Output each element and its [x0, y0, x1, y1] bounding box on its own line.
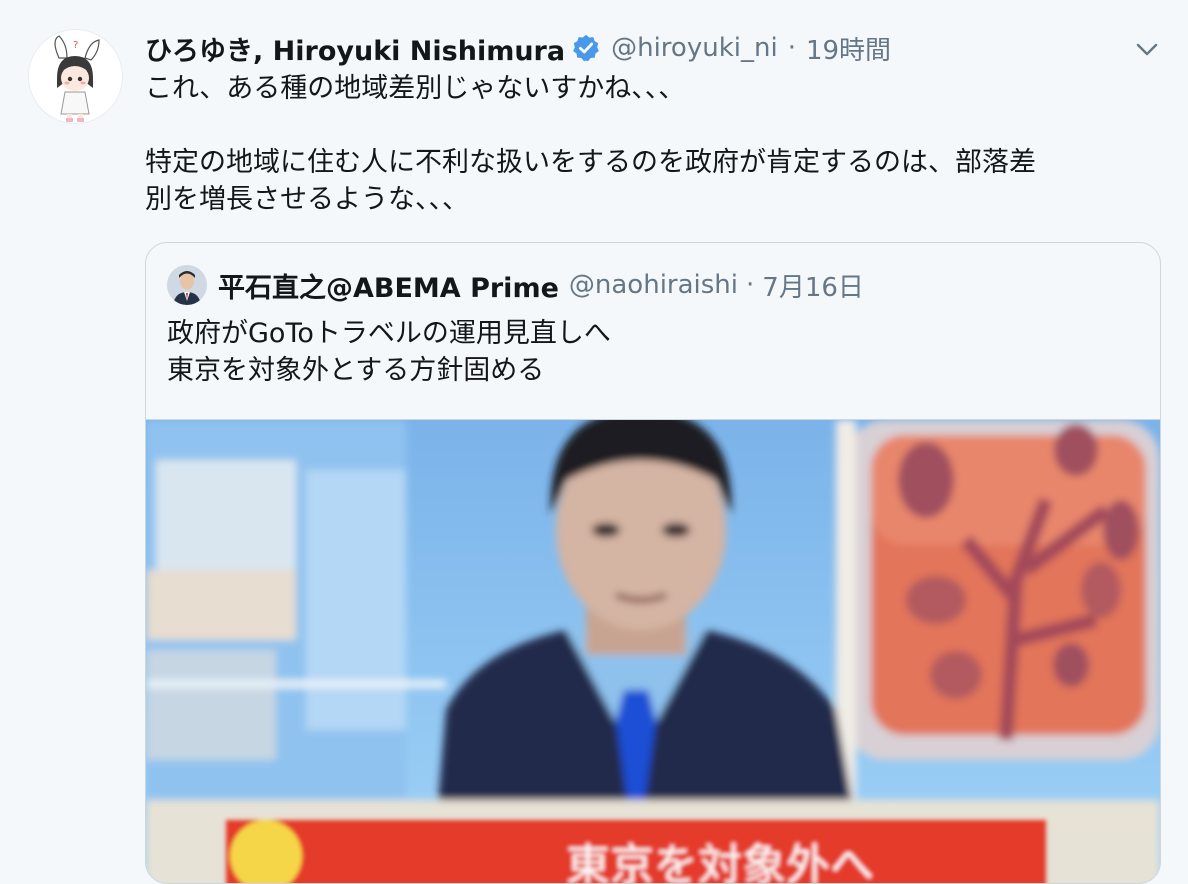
separator-dot: · [746, 270, 755, 300]
chevron-down-icon[interactable] [1132, 36, 1162, 62]
separator-dot: · [787, 33, 796, 63]
verified-badge-icon [571, 33, 601, 63]
quoted-tweet-text: 政府がGoToトラベルの運用見直しへ 東京を対象外とする方針固める [167, 318, 611, 386]
svg-text:?: ? [73, 40, 78, 51]
quoted-display-name[interactable]: 平石直之@ABEMA Prime [218, 266, 559, 305]
anime-girl-avatar-icon: ? [29, 30, 122, 123]
tweet-timestamp[interactable]: 19時間 [806, 30, 891, 67]
tweet-text: これ、ある種の地域差別じゃないすかね、、、 特定の地域に住む人に不利な扱いをする… [145, 73, 1036, 215]
quoted-user-avatar[interactable] [167, 265, 207, 305]
tweet[interactable]: ? ひろゆき, Hiroyuki Nishimura @hiroyuki_ni … [0, 0, 1188, 884]
user-avatar[interactable]: ? [29, 30, 122, 123]
image-caption: 東京を対象外へ [566, 840, 874, 884]
tv-news-anchor-photo: 東京を対象外へ [146, 420, 1160, 884]
quoted-user-handle[interactable]: @naohiraishi [569, 270, 738, 300]
quoted-tweet-timestamp[interactable]: 7月16日 [762, 267, 864, 304]
tweet-header: ひろゆき, Hiroyuki Nishimura @hiroyuki_ni · … [145, 28, 891, 68]
display-name[interactable]: ひろゆき, Hiroyuki Nishimura [145, 29, 565, 68]
quoted-tweet[interactable]: 平石直之@ABEMA Prime @naohiraishi · 7月16日 政府… [145, 242, 1161, 884]
quoted-tweet-header: 平石直之@ABEMA Prime @naohiraishi · 7月16日 [218, 265, 864, 305]
man-portrait-avatar-icon [167, 265, 207, 305]
quoted-tweet-image[interactable]: 東京を対象外へ [146, 419, 1160, 884]
user-handle[interactable]: @hiroyuki_ni [611, 33, 778, 63]
